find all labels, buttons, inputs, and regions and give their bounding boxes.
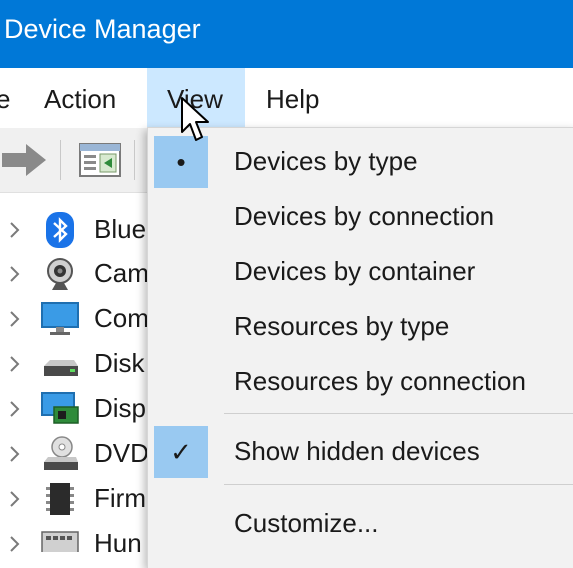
- menu-item-resources-by-type[interactable]: Resources by type: [148, 301, 573, 353]
- bluetooth-icon: [46, 212, 74, 248]
- menu-item-devices-by-connection[interactable]: Devices by connection: [148, 191, 573, 243]
- tree-item[interactable]: Disk: [0, 342, 150, 386]
- tree-item[interactable]: Disp: [0, 387, 150, 431]
- menu-file-label: e: [0, 84, 11, 114]
- forward-button[interactable]: [0, 138, 52, 182]
- tree-item[interactable]: DVD: [0, 432, 150, 476]
- tree-item[interactable]: Com: [0, 297, 150, 341]
- menu-action-label: Action: [44, 84, 117, 114]
- tree-item-label: Firm: [94, 483, 146, 513]
- menu-item-customize[interactable]: Customize...: [148, 498, 573, 550]
- tree-item-label: Disp: [94, 393, 147, 423]
- tree-item[interactable]: Blue: [0, 208, 150, 252]
- tree-item[interactable]: Firm: [0, 477, 150, 521]
- menu-item-label: Devices by connection: [234, 201, 495, 231]
- mouse-cursor-icon: [181, 97, 209, 141]
- menu-item-label: Customize...: [234, 508, 379, 538]
- menu-item-devices-by-container[interactable]: Devices by container: [148, 246, 573, 298]
- tree-item[interactable]: Hun: [0, 522, 150, 552]
- human-interface-icon: [41, 531, 79, 552]
- tree-item-label: Hun: [94, 528, 142, 552]
- tree-item-label: Blue: [94, 214, 147, 244]
- camera-icon: [47, 258, 73, 290]
- chevron-right-icon[interactable]: [8, 534, 22, 552]
- menu-bar: e Action View Help: [0, 68, 573, 128]
- tree-item-label: Disk: [94, 348, 145, 378]
- toolbar-separator: [134, 140, 135, 180]
- chevron-right-icon[interactable]: [8, 399, 22, 419]
- toolbar: [0, 128, 150, 193]
- firmware-chip-icon: [46, 483, 74, 515]
- title-bar: Device Manager: [0, 0, 573, 68]
- view-menu-dropdown: • Devices by type Devices by connection …: [147, 127, 573, 568]
- menu-item-label: Show hidden devices: [234, 436, 480, 466]
- disk-drive-icon: [44, 360, 78, 376]
- forward-arrow-icon: [2, 144, 46, 176]
- chevron-right-icon[interactable]: [8, 264, 22, 284]
- menu-empty-mark: [154, 498, 208, 550]
- display-adapter-icon: [41, 392, 79, 424]
- checkmark-icon: ✓: [154, 426, 208, 478]
- menu-item-show-hidden-devices[interactable]: ✓ Show hidden devices: [148, 426, 573, 478]
- menu-item-label: Devices by container: [234, 256, 476, 286]
- show-hide-console-tree-icon: [79, 143, 121, 177]
- menu-help-label: Help: [266, 84, 320, 114]
- radio-empty-icon: [154, 301, 208, 353]
- dvd-drive-icon: [44, 436, 78, 470]
- chevron-right-icon[interactable]: [8, 489, 22, 509]
- show-hide-console-tree-button[interactable]: [78, 142, 124, 180]
- device-tree: Blue Cam Com Disk Disp DVD Firm Hun: [0, 200, 150, 552]
- menu-item-label: Resources by type: [234, 311, 450, 341]
- window-title: Device Manager: [4, 14, 201, 44]
- menu-help[interactable]: Help: [252, 68, 342, 128]
- radio-empty-icon: [154, 191, 208, 243]
- chevron-right-icon[interactable]: [8, 220, 22, 240]
- radio-empty-icon: [154, 246, 208, 298]
- radio-empty-icon: [154, 356, 208, 408]
- menu-item-label: Devices by type: [234, 146, 418, 176]
- tree-item-label: DVD: [94, 438, 149, 468]
- menu-separator: [224, 484, 573, 485]
- menu-action[interactable]: Action: [30, 68, 140, 128]
- menu-item-label: Resources by connection: [234, 366, 526, 396]
- menu-separator: [224, 413, 573, 414]
- tree-item-label: Cam: [94, 258, 149, 288]
- menu-item-resources-by-connection[interactable]: Resources by connection: [148, 356, 573, 408]
- toolbar-separator: [60, 140, 61, 180]
- menu-file[interactable]: e: [0, 68, 18, 128]
- tree-item[interactable]: Cam: [0, 252, 150, 296]
- chevron-right-icon[interactable]: [8, 354, 22, 374]
- chevron-right-icon[interactable]: [8, 309, 22, 329]
- chevron-right-icon[interactable]: [8, 444, 22, 464]
- computer-monitor-icon: [41, 302, 79, 335]
- tree-item-label: Com: [94, 303, 149, 333]
